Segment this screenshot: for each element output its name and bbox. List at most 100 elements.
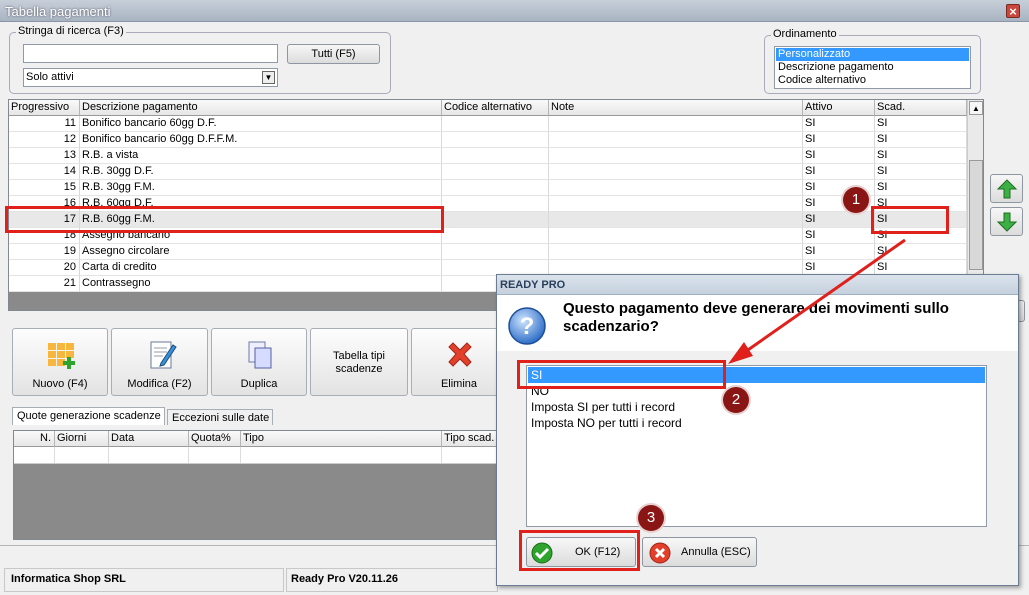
duplicate-button[interactable]: Duplica	[211, 328, 307, 396]
cell-alt-code	[442, 244, 549, 260]
col-header-alt-code[interactable]: Codice alternativo	[442, 100, 549, 116]
annotation-badge-3: 3	[638, 505, 664, 531]
cell-active: SI	[803, 212, 875, 228]
sub-col-quota[interactable]: Quota%	[189, 431, 241, 447]
edit-button-label: Modifica (F2)	[127, 378, 192, 390]
cell-description: Assegno circolare	[80, 244, 442, 260]
cell-active: SI	[803, 148, 875, 164]
cell-description: Carta di credito	[80, 260, 442, 276]
dialog-option-all-no[interactable]: Imposta NO per tutti i record	[528, 415, 985, 431]
col-header-description[interactable]: Descrizione pagamento	[80, 100, 442, 116]
ordering-option-code[interactable]: Codice alternativo	[776, 74, 866, 87]
title-bar: Tabella pagamenti ×	[0, 0, 1029, 22]
search-input[interactable]	[23, 44, 278, 63]
cell-active: SI	[803, 132, 875, 148]
delete-button-label: Elimina	[440, 378, 478, 390]
sub-col-days[interactable]: Giorni	[55, 431, 109, 447]
table-row[interactable]: 11 Bonifico bancario 60gg D.F. SI SI	[9, 116, 967, 132]
cell-description: R.B. 30gg D.F.	[80, 164, 442, 180]
ordering-list[interactable]: Personalizzato Descrizione pagamento Cod…	[774, 46, 971, 89]
duplicate-icon	[248, 341, 272, 369]
edit-button[interactable]: Modifica (F2)	[111, 328, 208, 396]
table-row[interactable]: 19 Assegno circolare SI SI	[9, 244, 967, 260]
dialog-option-all-si[interactable]: Imposta SI per tutti i record	[528, 399, 985, 415]
ordering-option-custom[interactable]: Personalizzato	[776, 48, 969, 61]
cancel-x-icon	[649, 542, 671, 564]
cell-alt-code	[442, 132, 549, 148]
cell-alt-code	[442, 196, 549, 212]
table-row[interactable]: 13 R.B. a vista SI SI	[9, 148, 967, 164]
status-version: Ready Pro V20.11.26	[286, 568, 498, 592]
tab-date-exceptions[interactable]: Eccezioni sulle date	[167, 409, 273, 425]
annotation-badge-1: 1	[843, 187, 869, 213]
all-button-label: Tutti (F5)	[311, 48, 356, 60]
dialog-options-list[interactable]: SI NO Imposta SI per tutti i record Impo…	[526, 365, 987, 527]
cell-scad: SI	[875, 148, 967, 164]
due-types-button[interactable]: Tabella tipi scadenze	[310, 328, 408, 396]
table-row[interactable]: 12 Bonifico bancario 60gg D.F.F.M. SI SI	[9, 132, 967, 148]
col-header-scad[interactable]: Scad.	[875, 100, 967, 116]
scroll-thumb[interactable]	[969, 160, 983, 270]
arrow-down-icon	[996, 212, 1017, 232]
col-header-notes[interactable]: Note	[549, 100, 803, 116]
sub-col-type[interactable]: Tipo	[241, 431, 442, 447]
cell-notes	[549, 196, 803, 212]
chevron-down-icon[interactable]: ▼	[262, 71, 275, 84]
cell-progressive: 20	[9, 260, 80, 276]
col-header-progressive[interactable]: Progressivo	[9, 100, 80, 116]
cell-notes	[549, 212, 803, 228]
tab-due-quotas[interactable]: Quote generazione scadenze	[12, 407, 165, 425]
scroll-up-icon[interactable]: ▲	[969, 101, 983, 115]
delete-x-icon	[448, 342, 472, 367]
sub-grid-empty-area	[14, 464, 502, 539]
svg-text:?: ?	[520, 313, 535, 340]
move-down-button[interactable]	[990, 207, 1023, 236]
new-button-label: Nuovo (F4)	[32, 378, 88, 390]
grid-scrollbar[interactable]: ▲	[967, 100, 983, 292]
cell-progressive: 14	[9, 164, 80, 180]
filter-select-value: Solo attivi	[26, 71, 74, 83]
cell-alt-code	[442, 148, 549, 164]
cell-description: Bonifico bancario 60gg D.F.	[80, 116, 442, 132]
cell-scad: SI	[875, 132, 967, 148]
arrow-up-icon	[996, 179, 1017, 199]
table-row[interactable]: 14 R.B. 30gg D.F. SI SI	[9, 164, 967, 180]
cell-scad: SI	[875, 164, 967, 180]
dialog-question: Questo pagamento deve generare dei movim…	[563, 300, 949, 335]
cell-description: Bonifico bancario 60gg D.F.F.M.	[80, 132, 442, 148]
close-icon[interactable]: ×	[1006, 4, 1020, 19]
cell-notes	[549, 180, 803, 196]
all-button[interactable]: Tutti (F5)	[287, 44, 380, 64]
cell-notes	[549, 164, 803, 180]
filter-select[interactable]: Solo attivi ▼	[23, 68, 278, 87]
sub-col-date[interactable]: Data	[109, 431, 189, 447]
new-button[interactable]: Nuovo (F4)	[12, 328, 108, 396]
cell-scad: SI	[875, 180, 967, 196]
cell-alt-code	[442, 116, 549, 132]
ordering-option-description[interactable]: Descrizione pagamento	[776, 61, 894, 74]
cell-active: SI	[803, 228, 875, 244]
sub-col-n[interactable]: N.	[14, 431, 55, 447]
cell-alt-code	[442, 164, 549, 180]
cell-progressive: 13	[9, 148, 80, 164]
quotas-grid[interactable]: N. Giorni Data Quota% Tipo Tipo scad.	[13, 430, 503, 540]
cell-progressive: 19	[9, 244, 80, 260]
window-title: Tabella pagamenti	[5, 4, 111, 19]
cell-notes	[549, 116, 803, 132]
delete-button[interactable]: Elimina	[411, 328, 507, 396]
cancel-button[interactable]: Annulla (ESC)	[642, 537, 757, 567]
cell-scad: SI	[875, 244, 967, 260]
sub-col-due-type[interactable]: Tipo scad.	[442, 431, 502, 447]
move-up-button[interactable]	[990, 174, 1023, 203]
question-icon: ?	[508, 307, 546, 345]
highlight-ok-button	[519, 530, 640, 571]
ordering-group: Ordinamento Personalizzato Descrizione p…	[764, 28, 981, 94]
dialog-title: READY PRO	[497, 275, 1018, 295]
highlight-row-17	[5, 206, 444, 233]
due-types-label: Tabella tipi scadenze	[311, 350, 407, 376]
table-row[interactable]: 15 R.B. 30gg F.M. SI SI	[9, 180, 967, 196]
cell-progressive: 12	[9, 132, 80, 148]
due-types-label-line1: Tabella tipi	[333, 350, 385, 362]
col-header-active[interactable]: Attivo	[803, 100, 875, 116]
cell-progressive: 11	[9, 116, 80, 132]
